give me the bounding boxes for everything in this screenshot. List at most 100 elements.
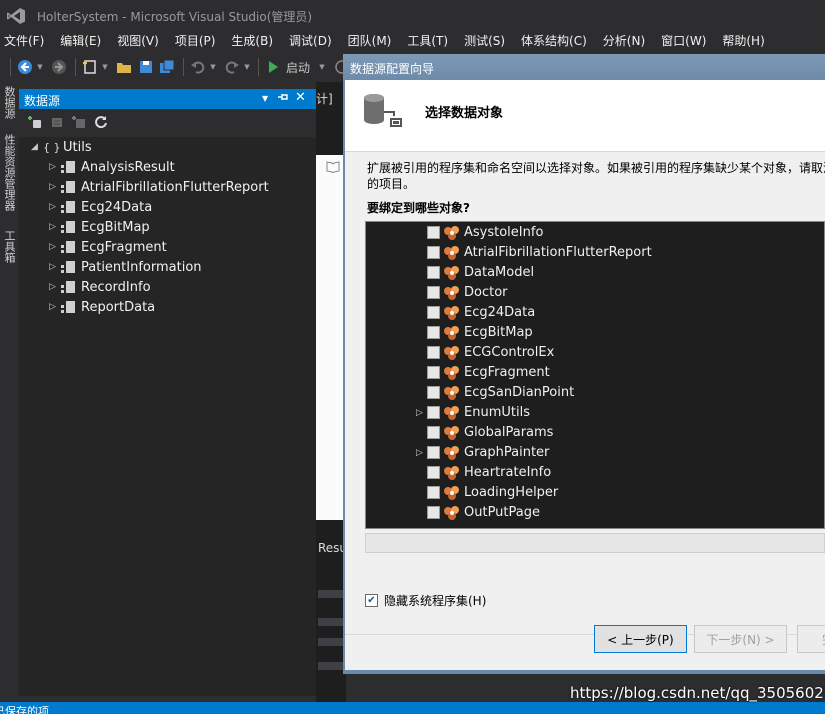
tree-item[interactable]: ▷ EcgFragment bbox=[49, 237, 167, 257]
object-tree-row[interactable]: ECGControlEx bbox=[366, 343, 824, 363]
previous-button[interactable]: < 上一步(P) bbox=[594, 625, 687, 653]
collapsed-triangle-icon[interactable]: ▷ bbox=[49, 242, 61, 252]
chevron-down-icon[interactable]: ▼ bbox=[209, 59, 217, 75]
object-checkbox[interactable] bbox=[427, 466, 440, 479]
start-button[interactable]: 启动 bbox=[266, 59, 322, 75]
tree-item[interactable]: ▷ AnalysisResult bbox=[49, 157, 175, 177]
menu-architecture[interactable]: 体系结构(C) bbox=[517, 32, 587, 50]
checkbox-checked-icon[interactable]: ✔ bbox=[365, 594, 378, 607]
menu-analyze[interactable]: 分析(N) bbox=[599, 32, 645, 50]
menu-window[interactable]: 窗口(W) bbox=[657, 32, 706, 50]
object-checkbox[interactable] bbox=[427, 506, 440, 519]
menu-team[interactable]: 团队(M) bbox=[344, 32, 392, 50]
refresh-icon[interactable] bbox=[94, 115, 108, 129]
navigate-back-icon[interactable] bbox=[16, 59, 34, 75]
chevron-down-icon[interactable]: ▼ bbox=[318, 59, 326, 75]
object-checkbox[interactable] bbox=[427, 326, 440, 339]
collapsed-triangle-icon[interactable]: ▷ bbox=[49, 202, 61, 212]
object-checkbox[interactable] bbox=[427, 386, 440, 399]
undo-icon[interactable] bbox=[189, 59, 207, 75]
pin-icon[interactable] bbox=[277, 91, 289, 106]
collapsed-triangle-icon[interactable]: ▷ bbox=[49, 162, 61, 172]
side-tab-toolbox[interactable]: 工具箱 bbox=[1, 230, 17, 263]
collapsed-triangle-icon[interactable]: ▷ bbox=[49, 262, 61, 272]
class-object-icon bbox=[443, 245, 461, 261]
edit-dataset-icon[interactable] bbox=[50, 115, 64, 129]
object-tree-row[interactable]: EcgFragment bbox=[366, 363, 824, 383]
object-checkbox[interactable] bbox=[427, 246, 440, 259]
horizontal-scrollbar[interactable] bbox=[365, 533, 825, 553]
window-position-dropdown-icon[interactable]: ▼ bbox=[262, 94, 268, 103]
book-icon bbox=[326, 161, 340, 173]
open-file-icon[interactable] bbox=[115, 59, 133, 75]
configure-dataset-icon[interactable] bbox=[72, 115, 86, 129]
collapsed-triangle-icon[interactable]: ▷ bbox=[49, 282, 61, 292]
add-datasource-icon[interactable] bbox=[28, 115, 42, 129]
menu-view[interactable]: 视图(V) bbox=[113, 32, 159, 50]
editor-tab-fragment[interactable]: 计] bbox=[316, 90, 333, 107]
object-tree-row[interactable]: AtrialFibrillationFlutterReport bbox=[366, 243, 824, 263]
tree-item[interactable]: ▷ RecordInfo bbox=[49, 277, 151, 297]
object-tree-row[interactable]: EcgBitMap bbox=[366, 323, 824, 343]
side-tab-datasources[interactable]: 数据源 bbox=[1, 86, 17, 119]
object-datasource-icon bbox=[61, 241, 75, 253]
menu-build[interactable]: 生成(B) bbox=[227, 32, 273, 50]
dialog-title-bar[interactable]: 数据源配置向导 bbox=[343, 54, 825, 80]
navigate-forward-icon[interactable] bbox=[50, 59, 68, 75]
collapsed-triangle-icon[interactable]: ▷ bbox=[49, 302, 61, 312]
finish-button[interactable]: 完 bbox=[797, 625, 825, 653]
object-checkbox[interactable] bbox=[427, 486, 440, 499]
object-checkbox[interactable] bbox=[427, 226, 440, 239]
next-button[interactable]: 下一步(N) > bbox=[694, 625, 787, 653]
collapsed-triangle-icon[interactable]: ▷ bbox=[416, 448, 426, 458]
redo-icon[interactable] bbox=[223, 59, 241, 75]
object-checkbox[interactable] bbox=[427, 346, 440, 359]
object-tree-row[interactable]: ▷ GraphPainter bbox=[366, 443, 824, 463]
chevron-down-icon[interactable]: ▼ bbox=[101, 59, 109, 75]
collapsed-triangle-icon[interactable]: ▷ bbox=[49, 182, 61, 192]
object-checkbox[interactable] bbox=[427, 306, 440, 319]
chevron-down-icon[interactable]: ▼ bbox=[36, 59, 44, 75]
expanded-triangle-icon[interactable]: ◢ bbox=[31, 142, 43, 152]
object-tree-row[interactable]: Doctor bbox=[366, 283, 824, 303]
collapsed-triangle-icon[interactable]: ▷ bbox=[416, 408, 426, 418]
menu-edit[interactable]: 编辑(E) bbox=[56, 32, 101, 50]
save-all-icon[interactable] bbox=[158, 59, 176, 75]
object-tree-row[interactable]: EcgSanDianPoint bbox=[366, 383, 824, 403]
save-icon[interactable] bbox=[137, 59, 155, 75]
object-checkbox[interactable] bbox=[427, 426, 440, 439]
object-checkbox[interactable] bbox=[427, 366, 440, 379]
new-project-icon[interactable] bbox=[81, 59, 99, 75]
object-tree-row[interactable]: AsystoleInfo bbox=[366, 223, 824, 243]
object-tree-row[interactable]: LoadingHelper bbox=[366, 483, 824, 503]
object-checkbox[interactable] bbox=[427, 266, 440, 279]
menu-file[interactable]: 文件(F) bbox=[0, 32, 44, 50]
object-tree-row[interactable]: DataModel bbox=[366, 263, 824, 283]
tree-item[interactable]: ▷ PatientInformation bbox=[49, 257, 202, 277]
object-tree-list[interactable]: AsystoleInfo AtrialFibrillationFlutterRep… bbox=[365, 221, 825, 529]
tree-item[interactable]: ▷ AtrialFibrillationFlutterReport bbox=[49, 177, 269, 197]
object-tree-row[interactable]: GlobalParams bbox=[366, 423, 824, 443]
object-tree-row[interactable]: HeartrateInfo bbox=[366, 463, 824, 483]
menu-debug[interactable]: 调试(D) bbox=[285, 32, 332, 50]
object-checkbox[interactable] bbox=[427, 286, 440, 299]
object-tree-row[interactable]: OutPutPage bbox=[366, 503, 824, 523]
object-checkbox[interactable] bbox=[427, 406, 440, 419]
close-icon[interactable]: ✕ bbox=[295, 90, 306, 105]
object-tree-row[interactable]: ▷ EnumUtils bbox=[366, 403, 824, 423]
tree-item[interactable]: ▷ EcgBitMap bbox=[49, 217, 150, 237]
chevron-down-icon[interactable]: ▼ bbox=[243, 59, 251, 75]
side-tab-strip: 数据源 性能资源管理器 工具箱 bbox=[0, 82, 18, 702]
tree-item[interactable]: ▷ ReportData bbox=[49, 297, 155, 317]
object-checkbox[interactable] bbox=[427, 446, 440, 459]
tree-namespace-utils[interactable]: ◢ { } Utils bbox=[31, 137, 92, 157]
hide-system-assemblies-checkbox[interactable]: ✔ 隐藏系统程序集(H) bbox=[365, 592, 486, 609]
tree-item[interactable]: ▷ Ecg24Data bbox=[49, 197, 152, 217]
menu-tools[interactable]: 工具(T) bbox=[403, 32, 448, 50]
collapsed-triangle-icon[interactable]: ▷ bbox=[49, 222, 61, 232]
menu-help[interactable]: 帮助(H) bbox=[718, 32, 764, 50]
menu-project[interactable]: 项目(P) bbox=[171, 32, 216, 50]
side-tab-performance-explorer[interactable]: 性能资源管理器 bbox=[1, 134, 17, 211]
menu-test[interactable]: 测试(S) bbox=[460, 32, 505, 50]
object-tree-row[interactable]: Ecg24Data bbox=[366, 303, 824, 323]
